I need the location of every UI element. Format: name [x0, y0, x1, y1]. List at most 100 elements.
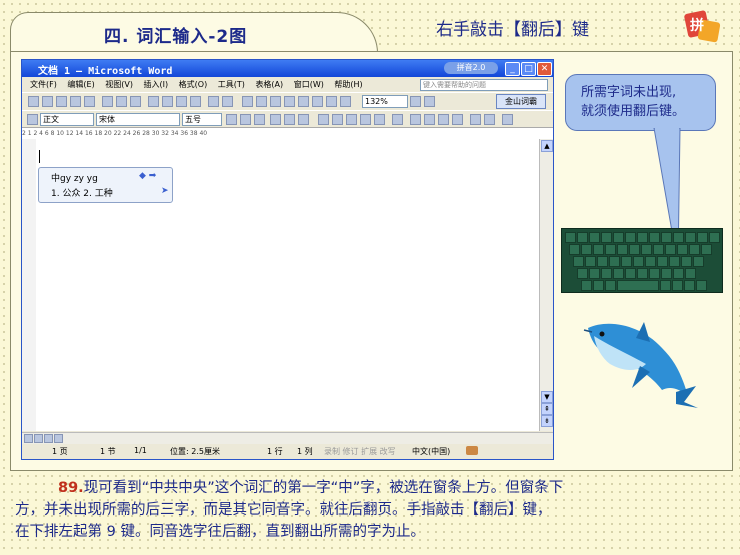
justify-icon[interactable]: [360, 114, 371, 125]
keyboard-key: [709, 232, 720, 243]
ime-candidate-window[interactable]: 中gy zy yg ◆ ➡ 1. 公众 2. 工种 ➤: [38, 167, 173, 203]
align-right-icon[interactable]: [346, 114, 357, 125]
ime-candidate-list[interactable]: 1. 公众 2. 工种: [51, 186, 113, 199]
decrease-indent-icon[interactable]: [438, 114, 449, 125]
next-page-icon[interactable]: ⇟: [541, 415, 553, 427]
keyboard-key: [613, 232, 624, 243]
horizontal-scrollbar[interactable]: [22, 432, 553, 444]
vertical-scrollbar[interactable]: ▲ ▼ ⇞ ⇟: [539, 139, 553, 431]
align-center-icon[interactable]: [332, 114, 343, 125]
copy-icon[interactable]: [162, 96, 173, 107]
hyperlink-icon[interactable]: [242, 96, 253, 107]
bullets-icon[interactable]: [424, 114, 435, 125]
prev-page-icon[interactable]: ⇞: [541, 403, 553, 415]
callout-bubble: 所需字词未出现, 就须使用翻后键。: [565, 74, 716, 131]
tables-borders-icon[interactable]: [256, 96, 267, 107]
align-left-icon[interactable]: [318, 114, 329, 125]
keyboard-key: [681, 256, 692, 267]
menu-edit[interactable]: 编辑(E): [67, 77, 94, 92]
menu-insert[interactable]: 插入(I): [144, 77, 169, 92]
minimize-button[interactable]: _: [505, 62, 520, 76]
menu-format[interactable]: 格式(O): [179, 77, 208, 92]
close-button[interactable]: ✕: [537, 62, 552, 76]
svg-text:拼: 拼: [690, 17, 704, 34]
cut-icon[interactable]: [148, 96, 159, 107]
print-view-icon[interactable]: [44, 434, 53, 443]
numbering-icon[interactable]: [410, 114, 421, 125]
increase-indent-icon[interactable]: [452, 114, 463, 125]
underline-icon[interactable]: [254, 114, 265, 125]
redo-icon[interactable]: [222, 96, 233, 107]
vertical-ruler[interactable]: [22, 139, 36, 431]
normal-view-icon[interactable]: [24, 434, 33, 443]
keyboard-illustration: [561, 228, 723, 293]
insert-table-icon[interactable]: [270, 96, 281, 107]
jinshan-dictionary-button[interactable]: 金山词霸: [496, 94, 546, 109]
insert-excel-icon[interactable]: [284, 96, 295, 107]
print-icon[interactable]: [102, 96, 113, 107]
keyboard-key: [660, 280, 671, 291]
show-hide-icon[interactable]: [340, 96, 351, 107]
style-select[interactable]: 正文: [40, 113, 94, 126]
maximize-button[interactable]: □: [521, 62, 536, 76]
undo-icon[interactable]: [208, 96, 219, 107]
char-shading-icon[interactable]: [284, 114, 295, 125]
border-icon[interactable]: [470, 114, 481, 125]
keyboard-key: [701, 244, 712, 255]
save-icon[interactable]: [56, 96, 67, 107]
format-painter-icon[interactable]: [190, 96, 201, 107]
spelling-icon[interactable]: [130, 96, 141, 107]
reading-icon[interactable]: [424, 96, 435, 107]
keyboard-key: [645, 256, 656, 267]
ime-status-pill[interactable]: 拼音2.0: [444, 62, 498, 74]
bold-icon[interactable]: [226, 114, 237, 125]
menu-file[interactable]: 文件(F): [30, 77, 57, 92]
columns-icon[interactable]: [298, 96, 309, 107]
font-size-select[interactable]: 五号: [182, 113, 222, 126]
menu-window[interactable]: 窗口(W): [294, 77, 324, 92]
keyboard-key: [665, 244, 676, 255]
web-view-icon[interactable]: [34, 434, 43, 443]
callout-line-1: 所需字词未出现,: [581, 85, 677, 100]
ime-next-page-icon[interactable]: ➤: [161, 186, 169, 196]
keyboard-key: [649, 232, 660, 243]
ime-page-arrows-icon[interactable]: ◆ ➡: [139, 171, 156, 181]
menu-view[interactable]: 视图(V): [105, 77, 133, 92]
slide-title: 四. 词汇输入-2图: [104, 27, 248, 47]
document-map-icon[interactable]: [326, 96, 337, 107]
zoom-select[interactable]: 132%: [362, 95, 408, 108]
distributed-icon[interactable]: [374, 114, 385, 125]
paste-icon[interactable]: [176, 96, 187, 107]
email-icon[interactable]: [84, 96, 95, 107]
status-page: 1 页: [52, 447, 68, 456]
keyboard-key: [593, 244, 604, 255]
open-icon[interactable]: [42, 96, 53, 107]
styles-icon[interactable]: [27, 114, 38, 125]
highlight-icon[interactable]: [484, 114, 495, 125]
font-select[interactable]: 宋体: [96, 113, 180, 126]
keyboard-key: [672, 280, 683, 291]
help-icon[interactable]: [410, 96, 421, 107]
menu-tools[interactable]: 工具(T): [218, 77, 245, 92]
scroll-up-icon[interactable]: ▲: [541, 140, 553, 152]
drawing-icon[interactable]: [312, 96, 323, 107]
ask-question-input[interactable]: 键入需要帮助的问题: [420, 79, 548, 91]
keyboard-key: [625, 232, 636, 243]
outline-view-icon[interactable]: [54, 434, 63, 443]
permission-icon[interactable]: [70, 96, 81, 107]
keyboard-key: [637, 232, 648, 243]
char-scale-icon[interactable]: [298, 114, 309, 125]
scroll-down-icon[interactable]: ▼: [541, 391, 553, 403]
menu-help[interactable]: 帮助(H): [334, 77, 362, 92]
font-color-icon[interactable]: [502, 114, 513, 125]
keyboard-key: [685, 268, 696, 279]
print-preview-icon[interactable]: [116, 96, 127, 107]
char-border-icon[interactable]: [270, 114, 281, 125]
slide-subtitle: 右手敲击【翻后】键: [436, 20, 589, 40]
menu-table[interactable]: 表格(A): [255, 77, 283, 92]
italic-icon[interactable]: [240, 114, 251, 125]
line-spacing-icon[interactable]: [392, 114, 403, 125]
caption-text-1: 现可看到“中共中央”这个词汇的第一字“中”字，被选在窗条上方。但窗条下: [83, 480, 564, 496]
new-icon[interactable]: [28, 96, 39, 107]
dolphin-mascot-icon: [583, 322, 698, 408]
